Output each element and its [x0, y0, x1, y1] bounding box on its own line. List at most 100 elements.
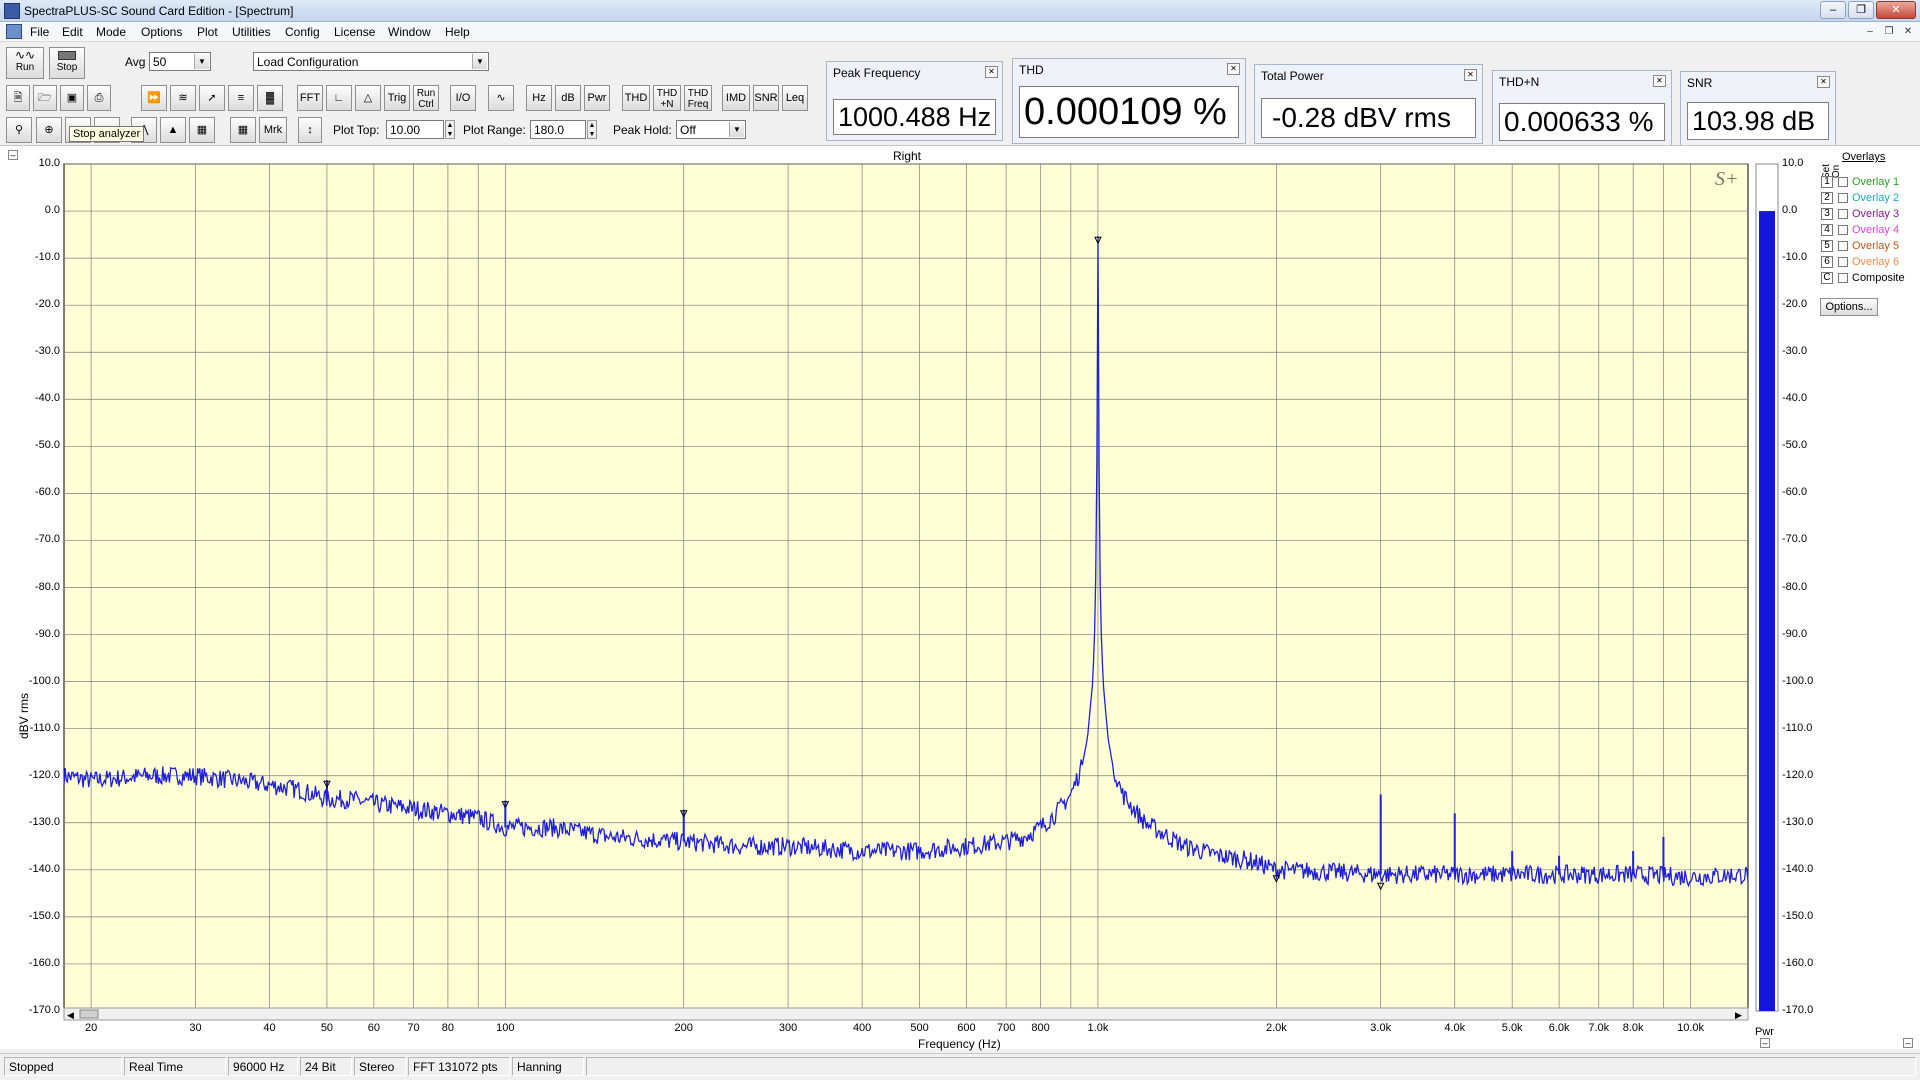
- overlay-set-button[interactable]: 3: [1821, 208, 1833, 220]
- marker-button[interactable]: Mrk: [259, 117, 287, 143]
- overlay-checkbox[interactable]: [1838, 225, 1848, 235]
- thd-n-button[interactable]: THD +N: [653, 85, 681, 111]
- fft-button[interactable]: FFT: [297, 85, 323, 111]
- total-power-meter[interactable]: Total Power ✕ -0.28 dBV rms: [1254, 64, 1483, 144]
- close-icon[interactable]: ✕: [985, 66, 998, 78]
- overlay-row[interactable]: 5 Overlay 5: [1818, 240, 1918, 254]
- collapse-icon[interactable]: –: [1903, 1038, 1913, 1048]
- plot-range-input[interactable]: 180.0: [530, 120, 586, 139]
- menu-config[interactable]: Config: [285, 25, 320, 39]
- avg-select[interactable]: 50 ▼: [149, 52, 211, 71]
- overlays-title[interactable]: Overlays: [1842, 151, 1885, 163]
- plot-top-input[interactable]: 10.00: [386, 120, 444, 139]
- thd-freq-button[interactable]: THD Freq: [684, 85, 712, 111]
- cursor-button[interactable]: ↕: [298, 117, 322, 143]
- waterfall-button[interactable]: ≡: [228, 85, 254, 111]
- close-icon[interactable]: ✕: [1653, 75, 1666, 87]
- close-icon[interactable]: ✕: [1817, 76, 1830, 88]
- grid-button[interactable]: ▦: [230, 117, 256, 143]
- overlay-checkbox[interactable]: [1838, 241, 1848, 251]
- snr-meter[interactable]: SNR ✕ 103.98 dB: [1680, 71, 1836, 146]
- zoom-in-2x-button[interactable]: ⊕: [36, 117, 62, 143]
- document-icon[interactable]: [6, 24, 22, 39]
- menu-file[interactable]: File: [30, 25, 49, 39]
- mdi-close-icon[interactable]: ✕: [1900, 25, 1916, 39]
- overlay-checkbox[interactable]: [1838, 193, 1848, 203]
- thd-n-meter[interactable]: THD+N ✕ 0.000633 %: [1492, 70, 1672, 147]
- x-scrollbar[interactable]: [63, 1007, 1749, 1021]
- menu-utilities[interactable]: Utilities: [232, 25, 271, 39]
- ramp-button[interactable]: ➚: [199, 85, 225, 111]
- plot-top-spinner[interactable]: ▲ ▼: [445, 120, 455, 139]
- overlay-row[interactable]: C Composite: [1818, 272, 1918, 286]
- overlay-checkbox[interactable]: [1838, 209, 1848, 219]
- menu-license[interactable]: License: [334, 25, 375, 39]
- overlay-set-button[interactable]: 4: [1821, 224, 1833, 236]
- collapse-icon[interactable]: –: [1760, 1038, 1770, 1048]
- overlay-set-button[interactable]: 6: [1821, 256, 1833, 268]
- overlay-row[interactable]: 1 Overlay 1: [1818, 176, 1918, 190]
- overlay-row[interactable]: 2 Overlay 2: [1818, 192, 1918, 206]
- scroll-left-icon[interactable]: ◀: [67, 1010, 74, 1020]
- overlay-checkbox[interactable]: [1838, 257, 1848, 267]
- mdi-minimize-icon[interactable]: –: [1862, 25, 1878, 39]
- imd-button[interactable]: IMD: [722, 85, 750, 111]
- menu-edit[interactable]: Edit: [62, 25, 83, 39]
- axis-button[interactable]: ∟: [326, 85, 352, 111]
- overlay-checkbox[interactable]: [1838, 273, 1848, 283]
- leq-button[interactable]: Leq: [782, 85, 808, 111]
- run-button[interactable]: ∿∿ Run: [6, 47, 44, 79]
- thd-meter[interactable]: THD ✕ 0.000109 %: [1012, 58, 1246, 144]
- area-plot-button[interactable]: ▲: [160, 117, 186, 143]
- print-button[interactable]: ⎙: [87, 85, 111, 111]
- snr-button[interactable]: SNR: [753, 85, 779, 111]
- overlays-options-button[interactable]: Options...: [1820, 298, 1878, 316]
- bar-plot-button[interactable]: ▦: [189, 117, 215, 143]
- mdi-restore-icon[interactable]: ❐: [1881, 25, 1897, 39]
- spectrum-button[interactable]: ≋: [170, 85, 196, 111]
- zoom-button[interactable]: ⚲: [6, 117, 32, 143]
- run-ctrl-button[interactable]: Run Ctrl: [413, 85, 439, 111]
- pwr-button[interactable]: Pwr: [584, 85, 610, 111]
- overlay-checkbox[interactable]: [1838, 177, 1848, 187]
- chevron-down-icon[interactable]: ▼: [472, 54, 487, 69]
- fast-forward-button[interactable]: ⏩: [141, 85, 167, 111]
- overlay-row[interactable]: 6 Overlay 6: [1818, 256, 1918, 270]
- save-button[interactable]: ▣: [60, 85, 84, 111]
- chevron-down-icon[interactable]: ▼: [729, 122, 744, 137]
- peak-frequency-meter[interactable]: Peak Frequency ✕ 1000.488 Hz: [826, 61, 1003, 141]
- overlay-set-button[interactable]: 1: [1821, 176, 1833, 188]
- menu-options[interactable]: Options: [141, 25, 182, 39]
- open-file-button[interactable]: 🗁: [33, 85, 57, 111]
- scroll-right-icon[interactable]: ▶: [1735, 1010, 1742, 1020]
- close-icon[interactable]: ✕: [1227, 63, 1240, 75]
- x-scrollbar-thumb[interactable]: [79, 1009, 99, 1019]
- peak-button[interactable]: △: [355, 85, 381, 111]
- thd-button[interactable]: THD: [622, 85, 650, 111]
- overlay-row[interactable]: 4 Overlay 4: [1818, 224, 1918, 238]
- stop-button[interactable]: Stop: [49, 47, 85, 79]
- menu-help[interactable]: Help: [445, 25, 470, 39]
- peak-hold-select[interactable]: Off ▼: [676, 120, 746, 139]
- minimize-icon[interactable]: –: [1820, 1, 1846, 19]
- signal-generator-button[interactable]: ∿: [488, 85, 514, 111]
- menu-window[interactable]: Window: [388, 25, 431, 39]
- load-configuration-select[interactable]: Load Configuration ▼: [253, 52, 489, 71]
- db-button[interactable]: dB: [555, 85, 581, 111]
- plot-range-spinner[interactable]: ▲ ▼: [587, 120, 597, 139]
- chevron-down-icon[interactable]: ▼: [194, 54, 209, 69]
- app-icon[interactable]: [4, 3, 20, 19]
- close-icon[interactable]: ✕: [1464, 69, 1477, 81]
- menu-mode[interactable]: Mode: [96, 25, 126, 39]
- trig-button[interactable]: Trig: [384, 85, 410, 111]
- overlay-set-button[interactable]: C: [1821, 272, 1833, 284]
- spectrogram-button[interactable]: ▓: [257, 85, 283, 111]
- io-button[interactable]: I/O: [450, 85, 476, 111]
- new-file-button[interactable]: 🗎: [6, 85, 30, 111]
- restore-icon[interactable]: ❐: [1848, 1, 1874, 19]
- spectrum-chart[interactable]: S+ ◀ ▶ Pwr: [0, 146, 1920, 1050]
- overlay-row[interactable]: 3 Overlay 3: [1818, 208, 1918, 222]
- menu-plot[interactable]: Plot: [197, 25, 218, 39]
- overlay-set-button[interactable]: 5: [1821, 240, 1833, 252]
- hz-button[interactable]: Hz: [526, 85, 552, 111]
